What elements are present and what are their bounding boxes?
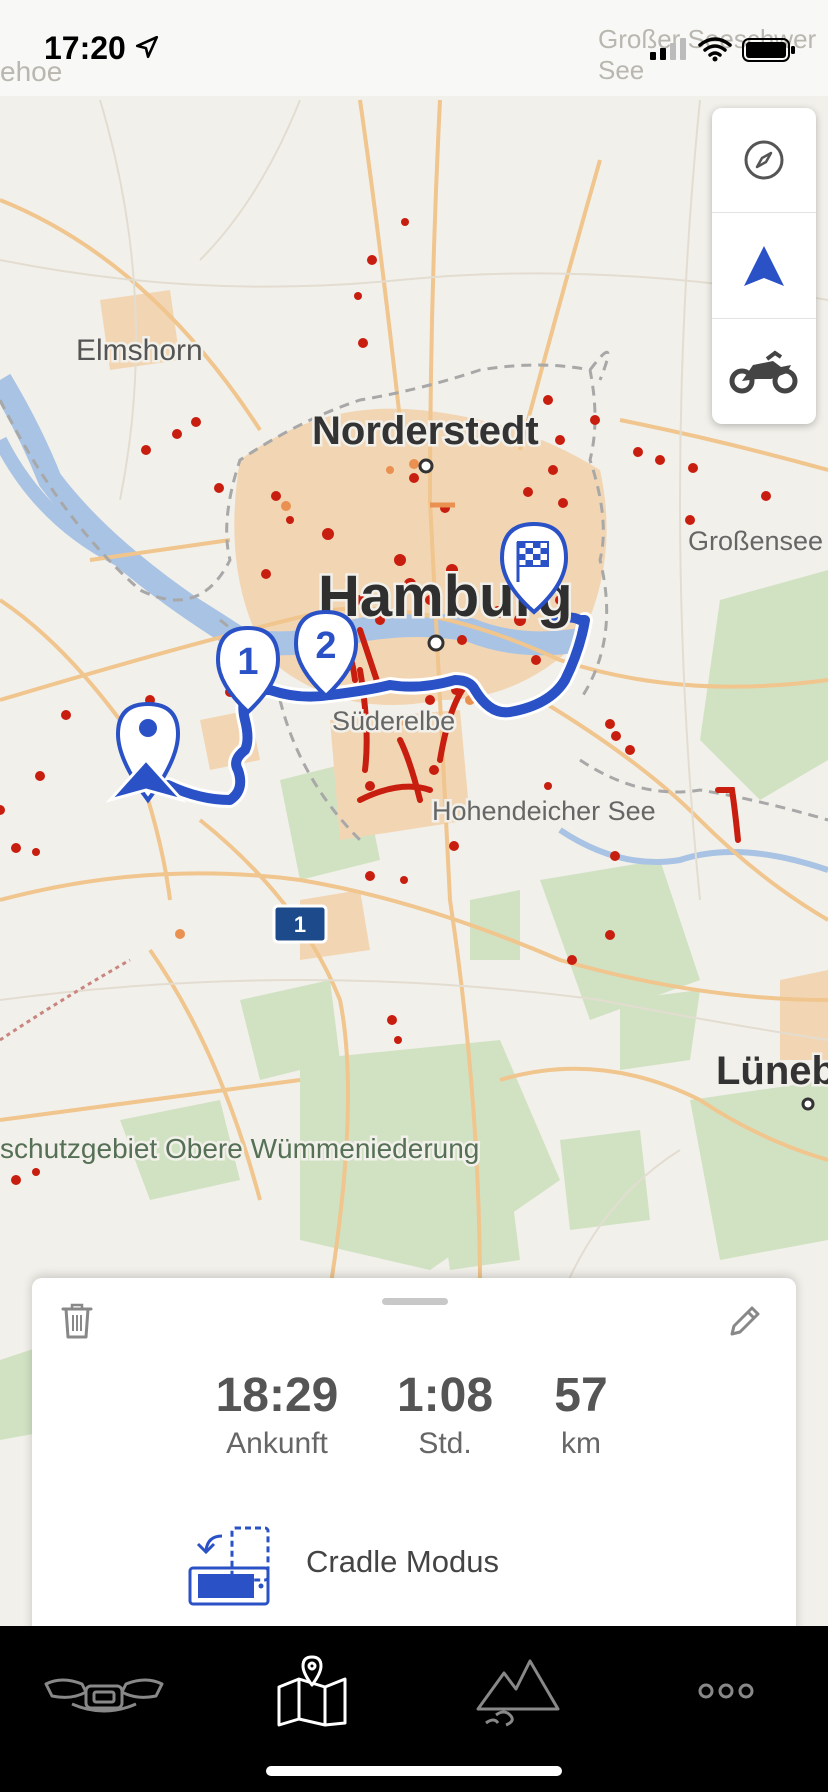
compass-button[interactable] [712,108,816,213]
route-summary-sheet: 18:29 Ankunft 1:08 Std. 57 km Cradle Mod… [32,1278,796,1638]
place-label: Elmshorn [76,334,203,367]
mountains-icon [476,1659,560,1727]
place-label: Hohendeicher See [432,796,656,826]
arrival-label: Ankunft [226,1427,328,1460]
duration-stat: 1:08 Std. [390,1370,500,1462]
place-label: schutzgebiet Obere Wümmeniederung [0,1133,479,1164]
compass-icon [744,140,784,180]
cellular-signal-icon [650,38,686,60]
arrival-stat: 18:29 Ankunft [212,1370,342,1462]
place-label: Lüneb [716,1049,828,1093]
svg-text:1: 1 [237,641,258,683]
status-time: 17:20 [44,30,126,66]
tab-adventure[interactable] [468,1646,568,1736]
tab-routes[interactable] [262,1646,362,1736]
place-label: Großensee [688,526,823,556]
sheet-grabber[interactable] [382,1298,448,1305]
navigation-arrow-icon [744,246,784,286]
pencil-icon [730,1306,760,1336]
place-label: Norderstedt [312,409,539,453]
place-label: Süderelbe [332,706,455,736]
wifi-icon [698,37,732,62]
tab-dashboard[interactable] [36,1646,172,1736]
map-pin-icon [277,1655,347,1727]
trash-icon [61,1303,93,1339]
home-indicator[interactable] [266,1766,562,1776]
navigation-button[interactable] [712,214,816,319]
edit-route-button[interactable] [728,1304,762,1343]
map-controls [712,108,816,424]
motorcycle-icon [729,350,798,394]
delete-route-button[interactable] [60,1302,94,1345]
svg-text:1: 1 [294,912,306,937]
distance-stat: 57 km [536,1370,626,1462]
status-bar: ehoe Großer Seeschwer See 17:20 [0,0,828,96]
battery-icon [742,38,795,62]
cradle-mode-icon[interactable] [188,1524,272,1608]
arrival-value: 18:29 [215,1369,339,1422]
location-arrow-icon [135,35,159,59]
tab-more[interactable] [676,1646,776,1736]
highway-shield: 1 [272,904,328,944]
svg-text:2: 2 [315,625,336,667]
vehicle-profile-button[interactable] [712,320,816,424]
motorcycle-dashboard-icon [44,1678,164,1713]
distance-label: km [561,1427,601,1460]
duration-label: Std. [418,1427,472,1460]
more-dots-icon [698,1683,754,1699]
distance-value: 57 [554,1369,608,1422]
cradle-mode-label[interactable]: Cradle Modus [306,1544,499,1580]
duration-value: 1:08 [396,1369,494,1422]
